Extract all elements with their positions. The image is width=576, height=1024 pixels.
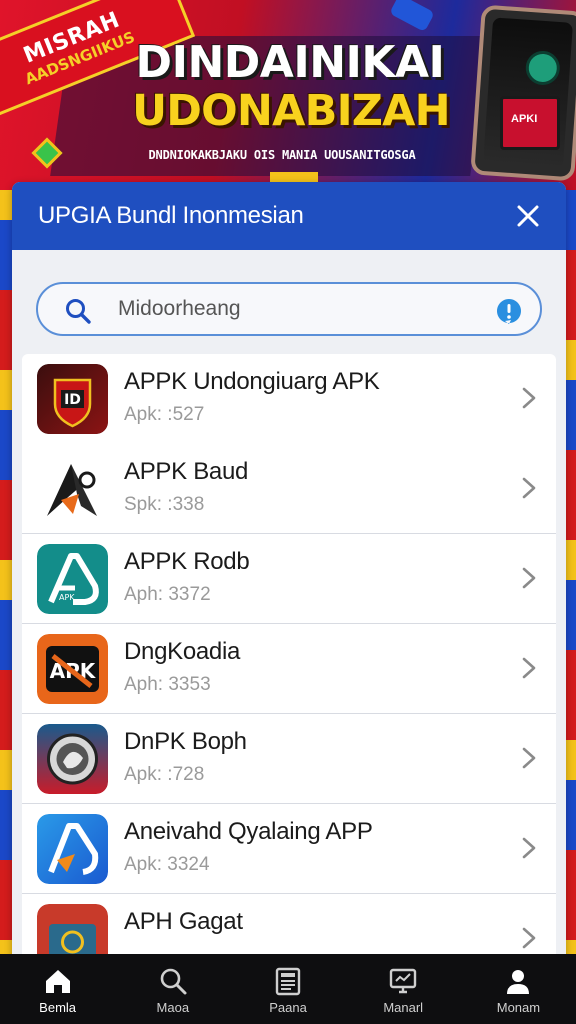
app-name: DngKoadia (124, 638, 241, 665)
person-icon (507, 970, 530, 994)
app-meta: Aph: 3353 (124, 674, 211, 695)
monitor-icon (390, 968, 417, 994)
nav-item-profile[interactable]: Monam (461, 954, 576, 1024)
panel-header: UPGIA Bundl Inonmesian (12, 182, 566, 250)
home-icon (45, 970, 70, 993)
app-meta: Apk: 3324 (124, 854, 210, 875)
bottom-navigation: Bemla Maoa Paana Manarl Monam (0, 954, 576, 1024)
document-icon (275, 967, 301, 996)
teal-a-app-icon: APK (37, 544, 108, 614)
list-item[interactable]: APPK Baud Spk: :338 (22, 444, 556, 534)
panel-title: UPGIA Bundl Inonmesian (38, 202, 304, 229)
chevron-right-icon (522, 837, 536, 859)
nav-label: Monam (496, 1000, 541, 1015)
shield-badge-app-icon: ID (37, 364, 108, 434)
nav-label: Paana (269, 1000, 307, 1015)
chevron-right-icon (522, 387, 536, 409)
chevron-right-icon (522, 477, 536, 499)
chevron-right-icon (522, 927, 536, 949)
chevron-right-icon (522, 747, 536, 769)
nav-label: Manarl (383, 1000, 424, 1015)
app-name: APPK Baud (124, 458, 249, 485)
product-box-label: APKI (511, 113, 538, 125)
list-item[interactable]: ID APPK Undongiuarg APK Apk: :527 (22, 354, 556, 444)
app-name: APPK Undongiuarg APK (124, 368, 380, 395)
app-meta: Apk: :527 (124, 404, 205, 425)
app-meta: Spk: :338 (124, 494, 205, 515)
app-name: Aneivahd Qyalaing APP (124, 818, 373, 845)
app-list: ID APPK Undongiuarg APK Apk: :527 APPK B… (22, 354, 556, 962)
info-icon[interactable] (496, 298, 522, 324)
svg-text:ID: ID (64, 392, 81, 408)
nav-item-monitor[interactable]: Manarl (346, 954, 461, 1024)
svg-text:APK: APK (59, 593, 75, 602)
list-item[interactable]: APK DngKoadia Aph: 3353 (22, 624, 556, 714)
app-name: APPK Rodb (124, 548, 250, 575)
product-box-illustration: APKI (500, 96, 560, 150)
promo-banner[interactable]: MISRAH AADSNGIIKUS DINDAINIKAI UDONABIZA… (0, 0, 576, 190)
banner-tagline: DNDNIOKAKBJAKU OIS MANIA UOUSANITGOSGA (148, 148, 416, 162)
phone-illustration (470, 4, 576, 182)
app-bundle-panel: UPGIA Bundl Inonmesian Midoorheang ID AP… (12, 182, 566, 962)
search-icon (160, 968, 187, 995)
app-meta: Aph: 3372 (124, 584, 211, 605)
a-arrow-app-icon (37, 454, 108, 524)
banner-subtitle: UDONABIZAH (132, 86, 450, 136)
app-name: DnPK Boph (124, 728, 247, 755)
banner-title: DINDAINIKAI (135, 37, 445, 88)
chevron-right-icon (522, 567, 536, 589)
search-bar[interactable] (36, 282, 542, 336)
list-item[interactable]: DnPK Boph Apk: :728 (22, 714, 556, 804)
list-item[interactable]: APK APPK Rodb Aph: 3372 (22, 534, 556, 624)
nav-label: Maoa (156, 1000, 190, 1015)
orange-apk-app-icon: APK (37, 634, 108, 704)
nav-item-documents[interactable]: Paana (230, 954, 345, 1024)
lion-emblem-app-icon (37, 724, 108, 794)
nav-item-home[interactable]: Bemla (0, 954, 115, 1024)
close-icon (517, 205, 539, 227)
list-item[interactable]: APH Gagat (22, 894, 556, 962)
app-name: APH Gagat (124, 908, 243, 935)
close-button[interactable] (512, 200, 544, 232)
nav-item-search[interactable]: Maoa (115, 954, 230, 1024)
search-icon (66, 299, 91, 324)
chevron-right-icon (522, 657, 536, 679)
app-meta: Apk: :728 (124, 764, 205, 785)
list-item[interactable]: Aneivahd Qyalaing APP Apk: 3324 (22, 804, 556, 894)
nav-label: Bemla (39, 1000, 77, 1015)
search-input[interactable] (118, 294, 478, 324)
blue-a-app-icon (37, 814, 108, 884)
